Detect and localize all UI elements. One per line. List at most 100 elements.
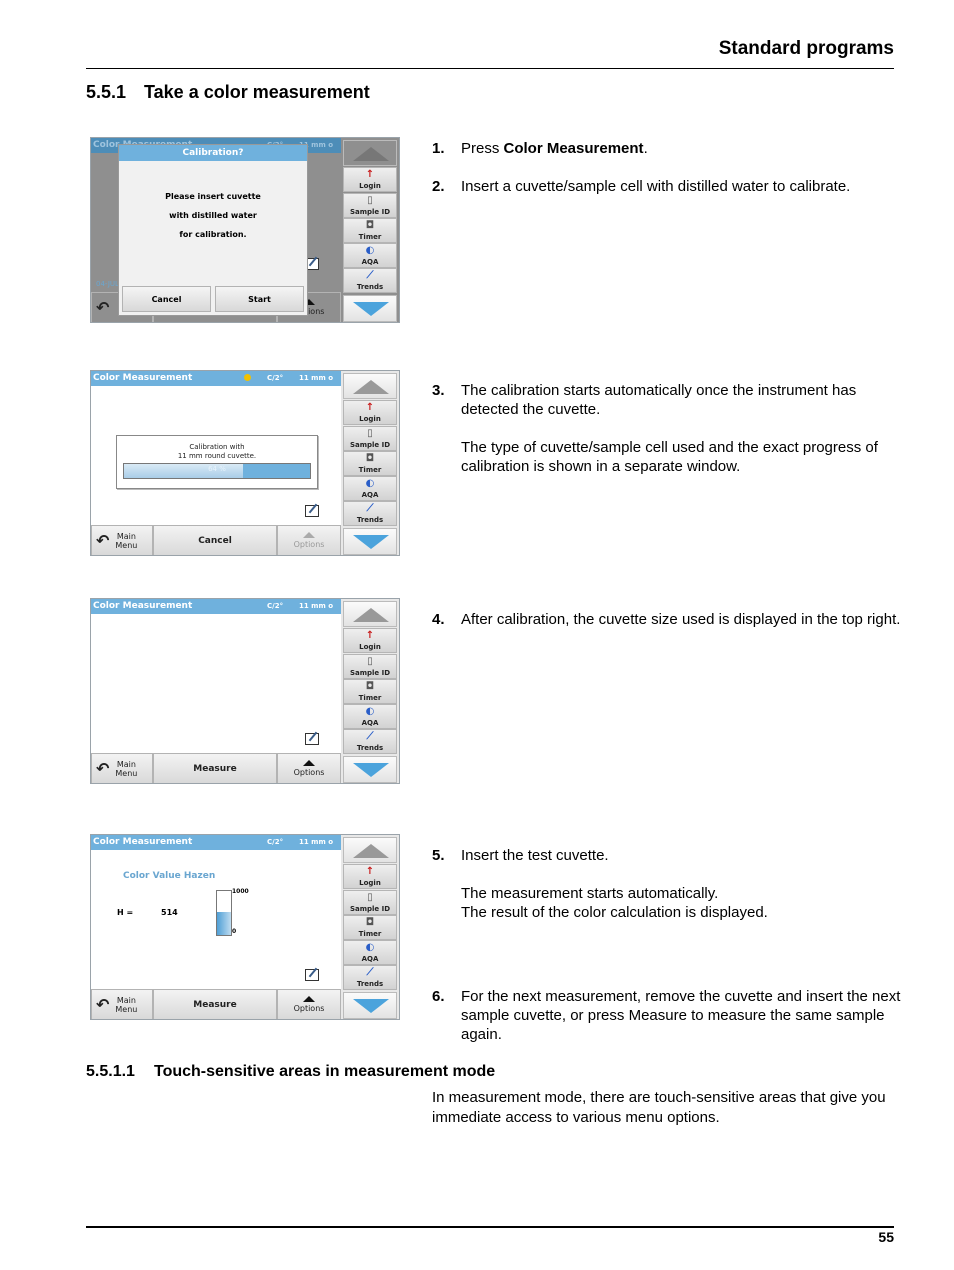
mode-indicator: C/2° bbox=[267, 838, 284, 846]
scroll-down-button[interactable] bbox=[343, 295, 397, 322]
title-bar: Color Measurement C/2° 11 mm o bbox=[91, 599, 341, 614]
scroll-up-button[interactable] bbox=[343, 140, 397, 166]
options-label: Options bbox=[293, 540, 325, 549]
trend-chart-icon: ⟋ bbox=[366, 270, 374, 281]
mode-indicator: C/2° bbox=[267, 374, 284, 382]
timer-button[interactable]: ◘ Timer bbox=[343, 451, 397, 476]
options-button[interactable]: Options bbox=[277, 753, 341, 783]
main-menu-label: Main bbox=[116, 531, 136, 541]
main-menu-label: Main bbox=[116, 759, 136, 769]
trends-button[interactable]: ⟋ Trends bbox=[343, 268, 397, 293]
scroll-down-button[interactable] bbox=[343, 756, 397, 783]
app-title: Color Measurement bbox=[93, 837, 193, 847]
edit-icon[interactable] bbox=[305, 733, 319, 745]
timer-label: Timer bbox=[358, 694, 382, 702]
progress-message-line: Calibration with bbox=[189, 443, 245, 451]
main-menu-button[interactable]: ↶ Main Menu bbox=[91, 525, 153, 555]
timer-icon: ◘ bbox=[365, 453, 375, 464]
main-menu-label: Menu bbox=[115, 540, 138, 550]
options-label: Options bbox=[293, 768, 325, 777]
sample-id-button[interactable]: ▯ Sample ID bbox=[343, 890, 397, 915]
subsection-number: 5.5.1.1 bbox=[86, 1063, 135, 1080]
options-button[interactable]: Options bbox=[277, 525, 341, 555]
step-text: Press bbox=[461, 140, 504, 157]
cancel-button[interactable]: Cancel bbox=[153, 525, 277, 555]
timer-icon: ◘ bbox=[365, 681, 375, 692]
trends-button[interactable]: ⟋ Trends bbox=[343, 965, 397, 990]
measure-button[interactable]: Measure bbox=[153, 753, 277, 783]
arrow-down-icon bbox=[353, 535, 389, 549]
sample-id-button[interactable]: ▯ Sample ID bbox=[343, 426, 397, 451]
back-arrow-icon: ↶ bbox=[96, 994, 110, 1014]
scroll-up-button[interactable] bbox=[343, 837, 397, 863]
progress-label: 64 % bbox=[208, 465, 226, 473]
cuvette-indicator: 11 mm o bbox=[299, 602, 334, 610]
sample-id-label: Sample ID bbox=[349, 208, 391, 216]
trends-button[interactable]: ⟋ Trends bbox=[343, 501, 397, 526]
dialog-cancel-button[interactable]: Cancel bbox=[122, 286, 211, 312]
step-number: 5. bbox=[432, 847, 445, 864]
options-button[interactable]: Options bbox=[277, 989, 341, 1019]
step-number: 1. bbox=[432, 140, 445, 157]
sample-id-button[interactable]: ▯ Sample ID bbox=[343, 193, 397, 218]
dialog-title: Calibration? bbox=[119, 145, 307, 161]
trend-chart-icon: ⟋ bbox=[366, 967, 374, 978]
bottom-bar: ↶ Main Menu Cancel Options bbox=[91, 525, 341, 555]
aqa-button[interactable]: ◐ AQA bbox=[343, 704, 397, 729]
login-button[interactable]: ↑ Login bbox=[343, 864, 397, 889]
timer-button[interactable]: ◘ Timer bbox=[343, 915, 397, 940]
sample-id-button[interactable]: ▯ Sample ID bbox=[343, 654, 397, 679]
timer-icon: ◘ bbox=[365, 917, 375, 928]
timer-button[interactable]: ◘ Timer bbox=[343, 218, 397, 243]
aqa-label: AQA bbox=[361, 258, 379, 266]
sample-id-label: Sample ID bbox=[349, 905, 391, 913]
step-ui-term: Color Measurement bbox=[503, 140, 644, 157]
measure-button[interactable]: Measure bbox=[153, 989, 277, 1019]
result-gauge bbox=[216, 890, 232, 936]
footer-rule bbox=[86, 1226, 894, 1228]
dialog-start-button[interactable]: Start bbox=[215, 286, 304, 312]
bottom-bar: ↶ Main Menu Measure Options bbox=[91, 753, 341, 783]
main-menu-label: Menu bbox=[115, 768, 138, 778]
cuvette-indicator: 11 mm o bbox=[299, 374, 334, 382]
login-button[interactable]: ↑ Login bbox=[343, 400, 397, 425]
scroll-up-button[interactable] bbox=[343, 373, 397, 399]
trends-button[interactable]: ⟋ Trends bbox=[343, 729, 397, 754]
person-icon: ↑ bbox=[365, 169, 375, 180]
step-number: 2. bbox=[432, 178, 445, 195]
edit-icon[interactable] bbox=[305, 505, 319, 517]
bottom-bar: ↶ Main Menu Measure Options bbox=[91, 989, 341, 1019]
step-4: 4. After calibration, the cuvette size u… bbox=[432, 610, 902, 629]
step-text: For the next measurement, remove the cuv… bbox=[461, 988, 901, 1043]
scroll-down-button[interactable] bbox=[343, 992, 397, 1019]
calibration-dialog: Calibration? Please insert cuvette with … bbox=[118, 144, 308, 316]
timer-label: Timer bbox=[358, 930, 382, 938]
scroll-up-button[interactable] bbox=[343, 601, 397, 627]
main-menu-button[interactable]: ↶ Main Menu bbox=[91, 989, 153, 1019]
result-label: Color Value Hazen bbox=[123, 871, 216, 881]
aqa-label: AQA bbox=[361, 955, 379, 963]
step-text: The type of cuvette/sample cell used and… bbox=[461, 439, 878, 475]
aqa-label: AQA bbox=[361, 491, 379, 499]
step-number: 4. bbox=[432, 611, 445, 628]
timer-button[interactable]: ◘ Timer bbox=[343, 679, 397, 704]
sample-id-label: Sample ID bbox=[349, 441, 391, 449]
aqa-button[interactable]: ◐ AQA bbox=[343, 476, 397, 501]
progress-message-line: 11 mm round cuvette. bbox=[177, 452, 257, 460]
login-button[interactable]: ↑ Login bbox=[343, 167, 397, 192]
lamp-icon bbox=[244, 374, 251, 381]
edit-icon[interactable] bbox=[305, 969, 319, 981]
calibration-progress-window: Calibration with 11 mm round cuvette. 64… bbox=[116, 435, 318, 489]
screenshot-calibration-progress: Color Measurement C/2° 11 mm o Calibrati… bbox=[90, 370, 400, 556]
trends-label: Trends bbox=[356, 516, 384, 524]
result-parameter: H = bbox=[117, 908, 134, 917]
aqa-button[interactable]: ◐ AQA bbox=[343, 940, 397, 965]
step-number: 3. bbox=[432, 382, 445, 399]
scroll-down-button[interactable] bbox=[343, 528, 397, 555]
login-button[interactable]: ↑ Login bbox=[343, 628, 397, 653]
dialog-buttons: Cancel Start bbox=[122, 286, 304, 312]
options-label: Options bbox=[293, 1004, 325, 1013]
main-menu-button[interactable]: ↶ Main Menu bbox=[91, 753, 153, 783]
section-title: Take a color measurement bbox=[144, 82, 370, 102]
aqa-button[interactable]: ◐ AQA bbox=[343, 243, 397, 268]
